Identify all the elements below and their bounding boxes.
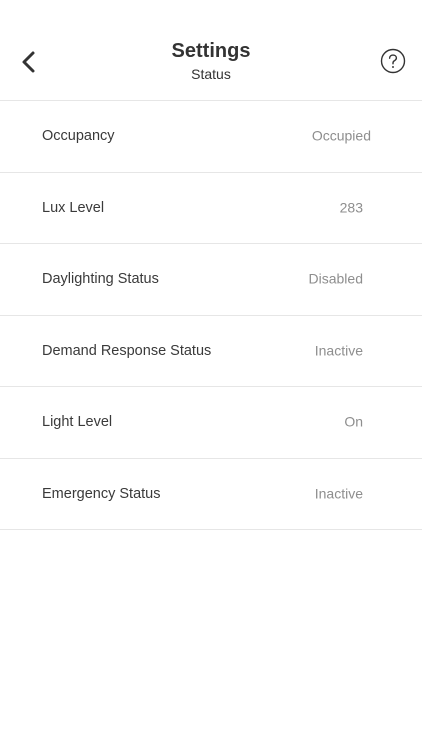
status-row-emergency-status: Emergency Status Inactive — [0, 459, 422, 530]
status-value: Inactive — [314, 342, 363, 359]
status-value: On — [344, 413, 363, 430]
status-label: Occupancy — [42, 128, 115, 145]
status-value: Occupied — [311, 127, 371, 144]
status-row-lux-level: Lux Level 283 — [0, 173, 422, 244]
status-list: Occupancy Occupied Lux Level 283 Dayligh… — [0, 101, 422, 530]
status-value: Disabled — [308, 270, 363, 287]
help-button[interactable] — [380, 48, 406, 74]
status-value: Inactive — [314, 485, 363, 502]
status-label: Emergency Status — [42, 485, 161, 502]
status-label: Light Level — [42, 414, 113, 431]
page-title: Settings — [171, 40, 251, 62]
status-label: Daylighting Status — [42, 271, 159, 288]
status-row-demand-response-status: Demand Response Status Inactive — [0, 316, 422, 387]
status-label: Demand Response Status — [42, 342, 212, 359]
status-label: Lux Level — [42, 199, 105, 216]
navigation-header: Settings Status — [0, 0, 422, 101]
status-row-occupancy: Occupancy Occupied — [0, 101, 422, 173]
page-subtitle: Status — [191, 66, 231, 82]
question-circle-icon — [380, 48, 406, 74]
status-value: 283 — [339, 199, 363, 216]
status-row-light-level: Light Level On — [0, 387, 422, 459]
status-row-daylighting-status: Daylighting Status Disabled — [0, 244, 422, 316]
